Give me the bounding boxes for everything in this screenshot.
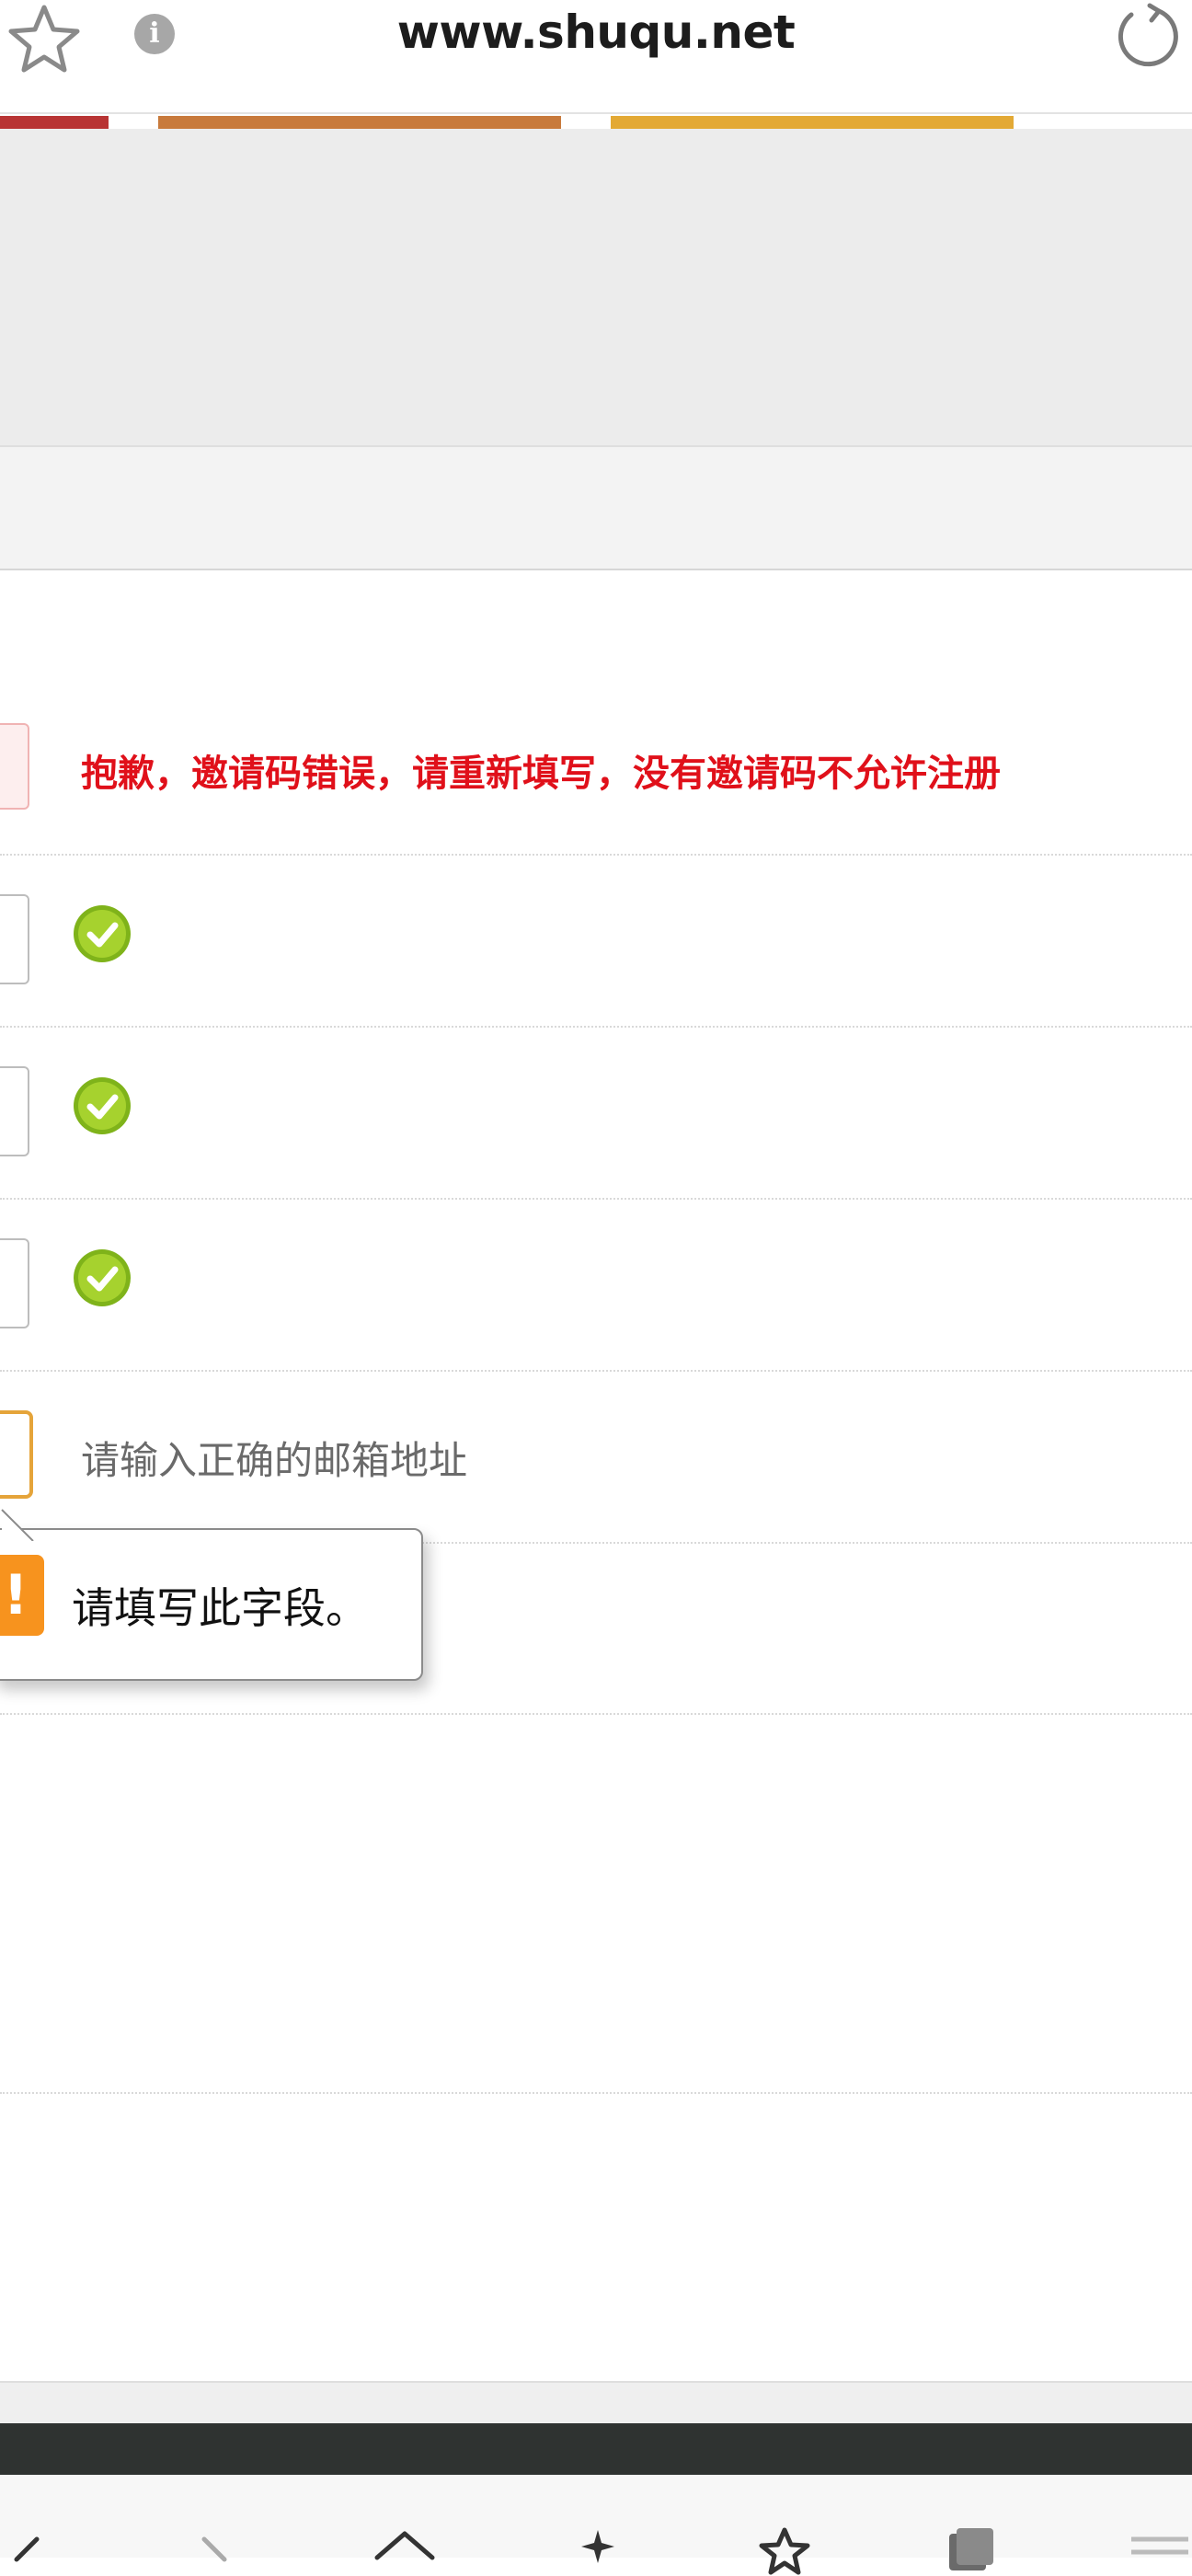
tabs-icon[interactable]: [929, 2521, 1012, 2576]
warning-icon: !: [0, 1555, 44, 1636]
tooltip-message: 请填写此字段。: [72, 1583, 368, 1633]
tooltip-arrow: [1, 1509, 34, 1541]
row-divider: [0, 2092, 1192, 2094]
row-divider: [0, 1026, 1192, 1028]
nav-strip-orange: [158, 116, 561, 129]
checkmark-circle-icon: [74, 905, 131, 962]
sparkle-icon[interactable]: [557, 2521, 640, 2576]
checkmark-circle-icon: [74, 1249, 131, 1306]
email-input[interactable]: [0, 1410, 33, 1499]
row-divider: [0, 854, 1192, 856]
section-bar: [0, 447, 1192, 570]
email-hint: 请输入正确的邮箱地址: [81, 1438, 468, 1483]
forward-icon[interactable]: [180, 2521, 263, 2576]
footer-dark-bar: [0, 2423, 1192, 2475]
url-display[interactable]: www.shuqu.net: [0, 6, 1192, 59]
invite-code-input[interactable]: [0, 723, 29, 810]
checkmark-circle-icon: [74, 1077, 131, 1134]
row-divider: [0, 1370, 1192, 1372]
menu-icon[interactable]: [1118, 2521, 1192, 2576]
password-input[interactable]: [0, 1066, 29, 1156]
header-banner: [0, 129, 1192, 447]
invite-code-error: 抱歉，邀请码错误，请重新填写，没有邀请码不允许注册: [81, 753, 1001, 795]
footer-bar: [0, 2381, 1192, 2423]
username-input[interactable]: [0, 894, 29, 984]
favorites-icon[interactable]: [743, 2521, 826, 2576]
confirm-password-input[interactable]: [0, 1238, 29, 1328]
back-icon[interactable]: [0, 2521, 83, 2576]
reload-icon[interactable]: [1111, 0, 1185, 74]
nav-strip-yellow: [611, 116, 1014, 129]
nav-strip-red: [0, 116, 109, 129]
row-divider: [0, 1198, 1192, 1200]
row-divider: [0, 1713, 1192, 1715]
home-icon[interactable]: [364, 2521, 447, 2576]
